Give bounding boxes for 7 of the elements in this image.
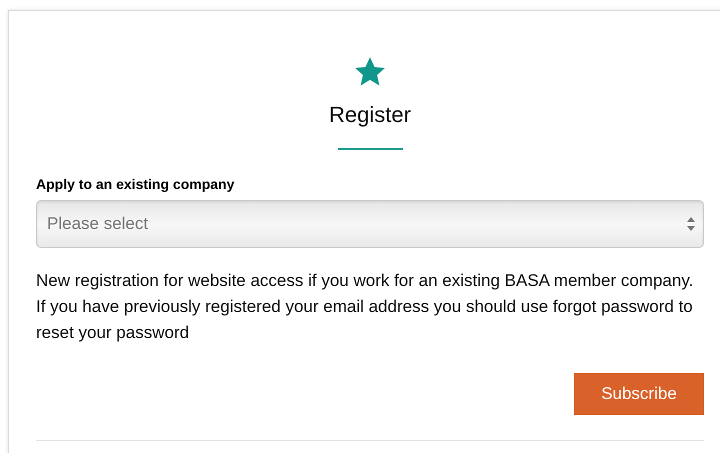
form-title: Register <box>329 102 411 128</box>
description-text: New registration for website access if you work for an existing BASA member company. If you have previously registered your email address you should use forgot password to reset your password <box>36 270 694 344</box>
title-underline <box>338 148 402 150</box>
subscribe-button[interactable]: Subscribe <box>574 373 704 415</box>
up-down-arrows-icon <box>687 217 695 231</box>
company-select[interactable]: Please select <box>36 200 704 248</box>
field-label: Apply to an existing company <box>36 176 236 192</box>
